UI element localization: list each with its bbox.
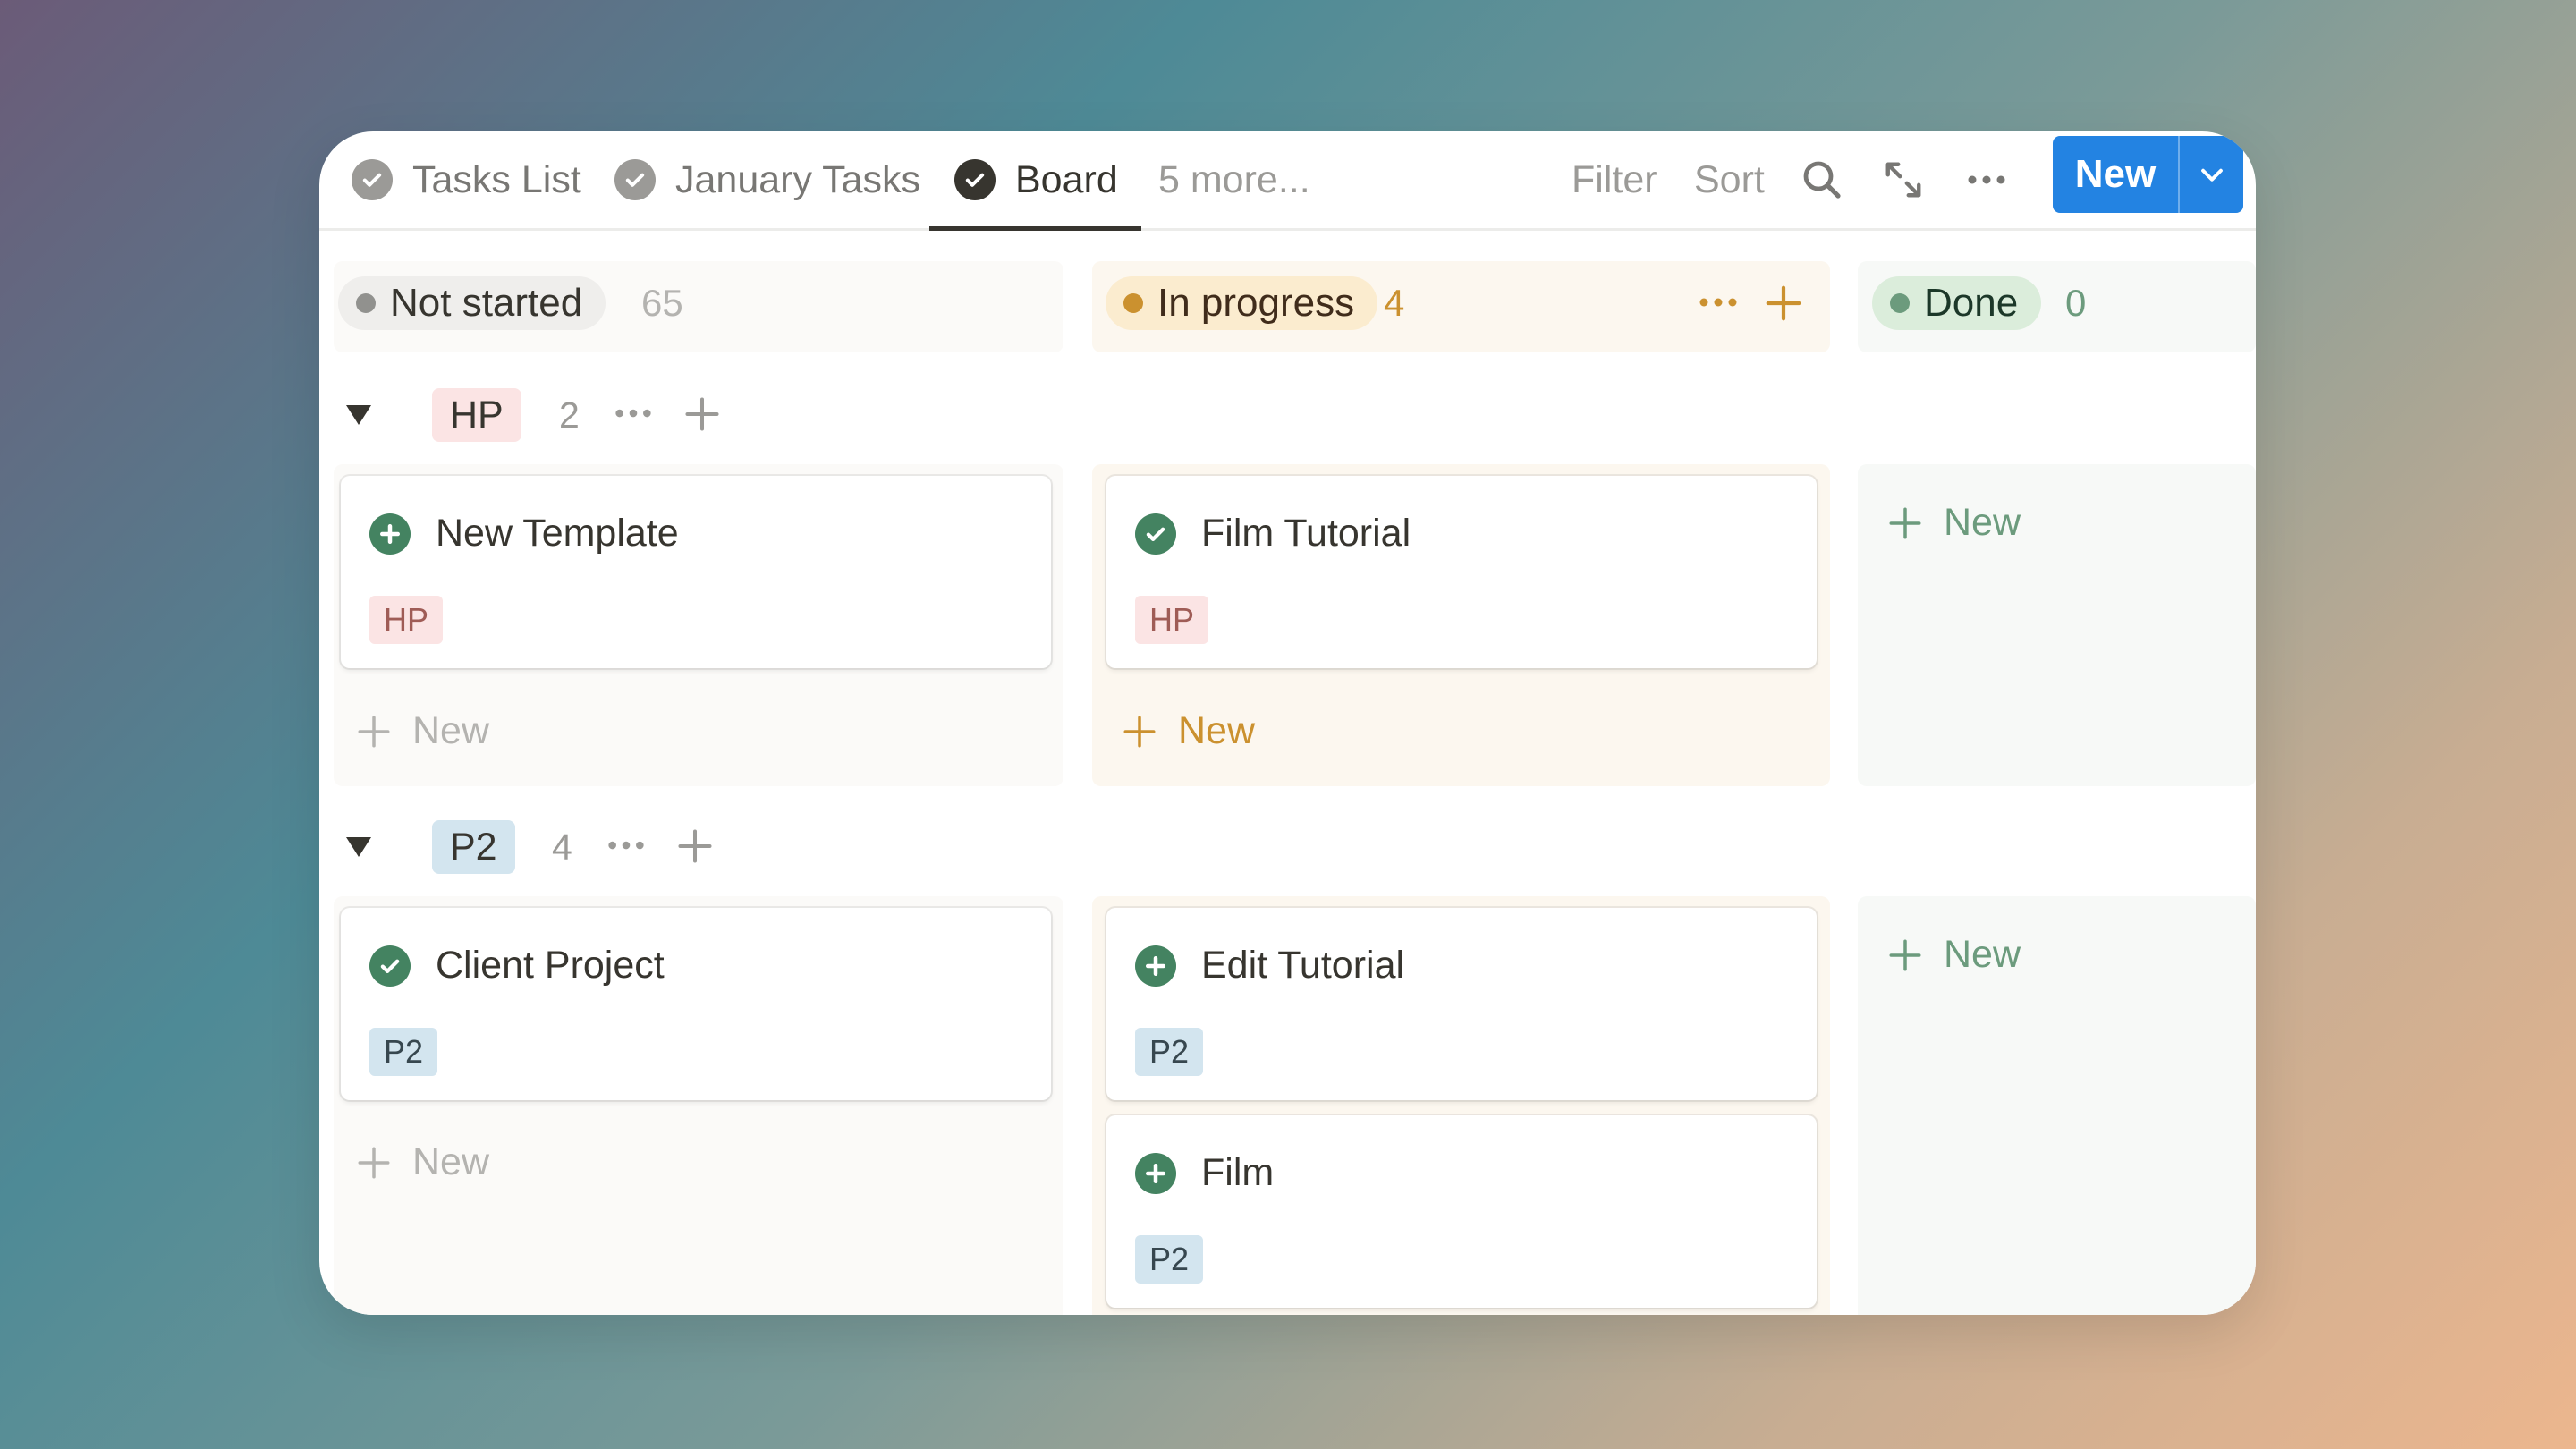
card-title: Edit Tutorial	[1201, 944, 1405, 987]
card-title: Film	[1201, 1151, 1275, 1194]
card-title: Film Tutorial	[1201, 512, 1411, 555]
status-pill[interactable]: Not started	[338, 276, 606, 330]
card-edit-tutorial[interactable]: Edit Tutorial P2	[1106, 908, 1817, 1100]
group-tag: HP	[432, 388, 521, 442]
status-dot	[356, 293, 376, 313]
status-dot	[1123, 293, 1143, 313]
expand-icon[interactable]	[1877, 153, 1930, 207]
add-new-label: New	[1178, 709, 1256, 752]
column-header-not-started: Not started 65	[334, 261, 1063, 352]
board-window: Tasks List January Tasks Board 5 more...…	[319, 131, 2256, 1315]
more-views-button[interactable]: 5 more...	[1158, 131, 1310, 228]
status-count: 4	[1384, 282, 1405, 324]
toggle-triangle-icon[interactable]	[346, 405, 371, 425]
add-new-button[interactable]: New	[355, 1140, 489, 1184]
plus-circle-icon	[369, 513, 411, 555]
check-circle-icon	[954, 159, 996, 200]
more-icon[interactable]	[1960, 153, 2013, 207]
plus-icon	[1889, 939, 1921, 970]
column-header-done: Done 0	[1858, 261, 2256, 352]
group-count: 4	[552, 826, 572, 868]
priority-tag: P2	[1135, 1028, 1204, 1076]
plus-icon[interactable]	[1763, 283, 1804, 328]
status-pill[interactable]: In progress	[1106, 276, 1378, 330]
group-count: 2	[559, 394, 580, 436]
status-count: 0	[2065, 282, 2087, 324]
new-button-label: New	[2074, 152, 2157, 196]
tab-label: January Tasks	[675, 157, 921, 201]
plus-icon[interactable]	[682, 394, 722, 438]
plus-icon	[1123, 716, 1156, 747]
plus-icon[interactable]	[675, 826, 715, 870]
more-icon[interactable]	[613, 406, 654, 425]
view-toolbar: Tasks List January Tasks Board 5 more...…	[319, 131, 2256, 231]
tab-board[interactable]: Board	[929, 131, 1141, 231]
priority-tag: P2	[1135, 1235, 1204, 1284]
plus-icon	[358, 1147, 390, 1178]
card-title: New Template	[436, 512, 679, 555]
check-circle-icon	[369, 945, 411, 987]
priority-tag: HP	[369, 596, 444, 644]
filter-button[interactable]: Filter	[1572, 131, 1657, 228]
group-header-p2: P2 4	[344, 816, 792, 878]
chevron-down-icon[interactable]	[2178, 136, 2243, 213]
add-new-label: New	[1944, 933, 2021, 976]
plus-icon	[358, 716, 390, 747]
add-new-label: New	[412, 709, 490, 752]
add-new-button[interactable]: New	[1886, 501, 2021, 545]
add-new-button[interactable]: New	[1886, 933, 2021, 977]
plus-circle-icon	[1135, 1152, 1176, 1194]
priority-tag: P2	[369, 1028, 438, 1076]
tab-label: Tasks List	[412, 157, 581, 201]
priority-tag: HP	[1135, 596, 1209, 644]
column-header-in-progress: In progress 4	[1092, 261, 1830, 352]
status-label: Done	[1924, 281, 2019, 325]
tab-january-tasks[interactable]: January Tasks	[614, 131, 920, 228]
search-icon[interactable]	[1795, 153, 1849, 207]
plus-circle-icon	[1135, 945, 1176, 987]
group-tag: P2	[432, 820, 515, 874]
toggle-triangle-icon[interactable]	[346, 837, 371, 857]
card-client-project[interactable]: Client Project P2	[341, 908, 1051, 1100]
check-circle-icon	[352, 159, 393, 200]
add-new-label: New	[412, 1140, 490, 1183]
add-new-label: New	[1944, 501, 2021, 544]
sort-button[interactable]: Sort	[1694, 131, 1765, 228]
status-label: In progress	[1157, 281, 1355, 325]
status-count: 65	[641, 282, 683, 324]
card-title: Client Project	[436, 944, 665, 987]
group-header-hp: HP 2	[344, 384, 792, 446]
status-dot	[1890, 293, 1910, 313]
add-new-button[interactable]: New	[1121, 709, 1255, 753]
card-film[interactable]: Film P2	[1106, 1115, 1817, 1308]
tab-label: Board	[1015, 157, 1118, 201]
check-circle-icon	[1135, 513, 1176, 555]
add-new-button[interactable]: New	[355, 709, 489, 753]
tab-tasks-list[interactable]: Tasks List	[352, 131, 581, 228]
more-icon[interactable]	[606, 838, 647, 857]
more-icon[interactable]	[1697, 295, 1740, 314]
plus-icon	[1889, 507, 1921, 538]
check-circle-icon	[614, 159, 656, 200]
new-button[interactable]: New	[2053, 136, 2243, 213]
card-film-tutorial[interactable]: Film Tutorial HP	[1106, 476, 1817, 668]
status-label: Not started	[390, 281, 583, 325]
card-new-template[interactable]: New Template HP	[341, 476, 1051, 668]
status-pill[interactable]: Done	[1872, 276, 2042, 330]
